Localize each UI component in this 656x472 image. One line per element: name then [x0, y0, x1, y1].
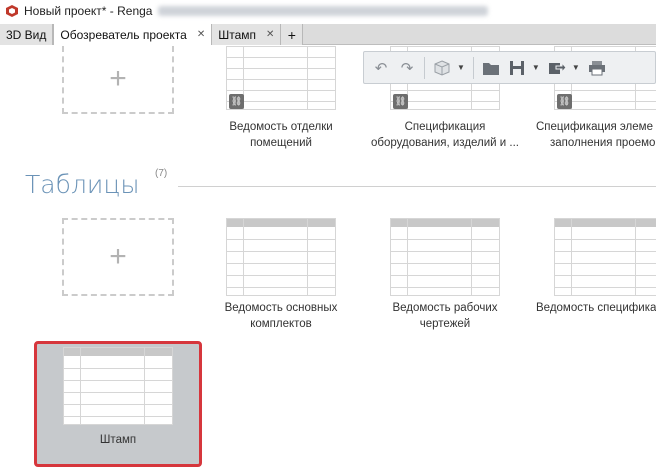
item-label: Ведомость отделки помещений [229, 121, 333, 149]
floating-toolbar: ↶ ↷ ▼ ▼ ▼ [363, 51, 656, 84]
table-thumbnail[interactable] [390, 218, 500, 296]
cube-icon[interactable] [431, 57, 453, 79]
export-icon[interactable] [546, 57, 568, 79]
item-label: Ведомость основных комплектов [224, 302, 338, 330]
window-titlebar: Новый проект* - Renga [0, 0, 656, 22]
save-icon[interactable] [506, 57, 528, 79]
close-icon[interactable]: ✕ [266, 29, 274, 40]
folder-icon[interactable] [480, 57, 502, 79]
add-spec-tile[interactable]: + [62, 46, 174, 114]
section-title-tables: Таблицы [25, 170, 140, 199]
link-icon: ⛓ [557, 94, 572, 109]
add-tab-button[interactable]: + [281, 24, 304, 45]
print-icon[interactable] [586, 57, 608, 79]
plus-icon: + [109, 62, 127, 95]
tab-3d-view[interactable]: 3D Вид [0, 24, 54, 45]
window-title: Новый проект* - Renga [24, 4, 153, 18]
tab-label: Штамп [218, 27, 256, 42]
item-label: Штамп [99, 434, 137, 446]
toolbar-divider [424, 56, 425, 79]
tab-project-explorer[interactable]: Обозреватель проекта ✕ [53, 24, 213, 45]
chevron-down-icon[interactable]: ▼ [532, 63, 540, 72]
tab-stamp[interactable]: Штамп ✕ [212, 24, 282, 45]
undo-icon[interactable]: ↶ [370, 57, 392, 79]
link-icon: ⛓ [229, 94, 244, 109]
add-table-tile[interactable]: + [62, 218, 174, 296]
redo-icon[interactable]: ↷ [396, 57, 418, 79]
item-label: Ведомость рабочих чертежей [392, 302, 498, 330]
table-thumbnail[interactable] [554, 218, 656, 296]
chevron-down-icon[interactable]: ▼ [457, 63, 465, 72]
table-thumbnail[interactable] [226, 218, 336, 296]
selected-table-card[interactable]: Штамп [34, 341, 202, 467]
plus-icon: + [287, 26, 296, 43]
item-label: Ведомость специфика [536, 302, 656, 314]
section-count: (7) [155, 168, 168, 179]
redacted-title-info [158, 6, 489, 16]
tab-bar: 3D Вид Обозреватель проекта ✕ Штамп ✕ + [0, 24, 656, 45]
spec-thumbnail[interactable]: ⛓ [226, 46, 336, 110]
tab-label: 3D Вид [6, 27, 47, 42]
toolbar-divider [472, 56, 474, 79]
renga-logo-icon [6, 5, 18, 17]
close-icon[interactable]: ✕ [197, 29, 205, 40]
chevron-down-icon[interactable]: ▼ [572, 63, 580, 72]
section-divider [178, 186, 656, 187]
table-thumbnail [63, 347, 173, 425]
item-label: Спецификация оборудования, изделий и ... [370, 121, 519, 149]
link-icon: ⛓ [393, 94, 408, 109]
item-label: Спецификация элеме заполнения проемо [536, 121, 656, 149]
project-explorer: + ⛓ Ведомость отделки помещений ⛓ Специфи… [0, 46, 656, 472]
tab-label: Обозреватель проекта [60, 27, 187, 42]
plus-icon: + [109, 240, 127, 273]
